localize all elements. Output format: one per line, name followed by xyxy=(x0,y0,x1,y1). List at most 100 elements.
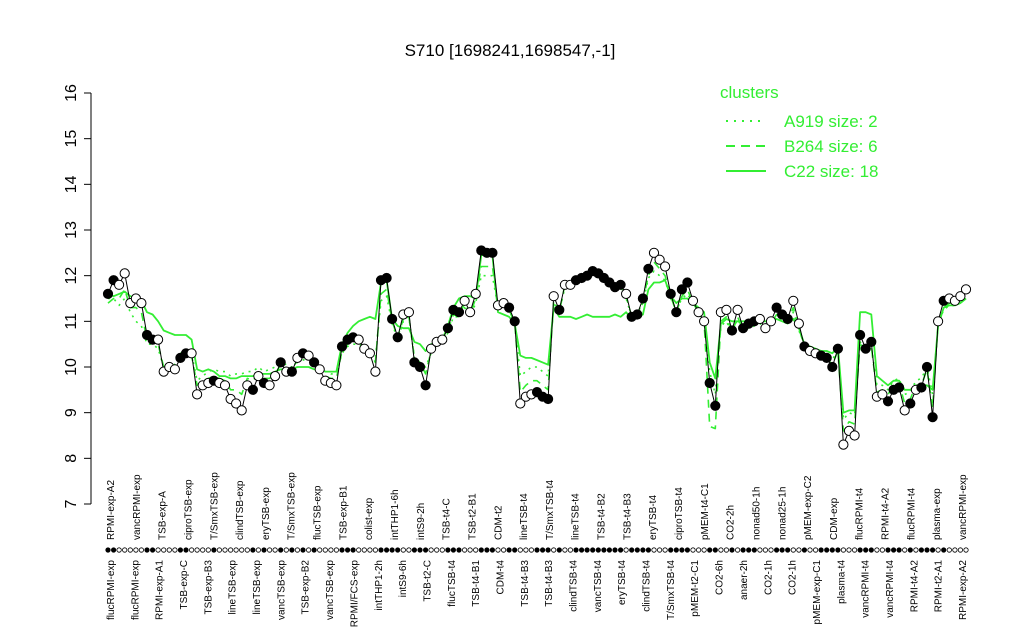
data-point xyxy=(364,348,375,359)
rug-marker xyxy=(807,547,813,553)
x-tick-label-bottom: clindTSB-t4 xyxy=(569,560,580,612)
rug-marker xyxy=(411,547,417,553)
rug-marker xyxy=(863,547,869,553)
data-point xyxy=(381,272,392,284)
x-tick-label-bottom: CO2-1h xyxy=(763,560,774,595)
rug-marker xyxy=(328,547,334,553)
rug-marker xyxy=(556,547,562,553)
x-tick-label-top: eryTSB-exp xyxy=(261,487,272,540)
rug-marker xyxy=(216,547,222,553)
data-point xyxy=(699,316,710,327)
legend-label-a919: A919 size: 2 xyxy=(784,112,878,131)
x-tick-label-top: lineTSB-t4 xyxy=(519,493,530,540)
data-point xyxy=(726,325,738,336)
x-tick-label-top: T/SmxTSB-t4 xyxy=(545,480,556,540)
rug-marker xyxy=(668,547,674,553)
rug-marker xyxy=(500,547,507,553)
rug-marker xyxy=(361,547,367,553)
rug-marker xyxy=(902,547,908,553)
x-tick-label-top: flucRPMI-t4 xyxy=(855,487,866,540)
rug-marker xyxy=(846,547,852,553)
y-tick-label: 13 xyxy=(63,221,80,239)
rug-marker xyxy=(762,547,769,553)
data-point xyxy=(153,334,164,345)
rug-marker xyxy=(250,547,256,553)
data-point xyxy=(275,357,286,368)
rug-marker xyxy=(634,547,640,553)
data-point xyxy=(270,371,281,382)
x-tick-label-top: eryTSB-t4 xyxy=(648,495,659,540)
x-tick-label-top: flucTSB-exp xyxy=(313,485,324,540)
data-point xyxy=(102,288,114,299)
data-point xyxy=(693,307,704,318)
data-point xyxy=(465,307,476,318)
data-point xyxy=(392,332,403,343)
data-point xyxy=(905,398,916,409)
rug-marker xyxy=(551,547,557,553)
y-tick-label: 14 xyxy=(63,175,80,193)
data-point xyxy=(353,334,364,345)
rug-marker xyxy=(467,547,473,553)
rug-marker xyxy=(450,547,456,553)
rug-marker xyxy=(506,547,512,553)
x-tick-label-bottom: anaer-2h xyxy=(739,560,750,600)
rug-marker xyxy=(489,547,495,553)
data-point xyxy=(916,382,927,393)
rug-marker xyxy=(528,547,535,553)
rug-marker xyxy=(617,547,624,553)
x-tick-label-top: TSB-t4-B2 xyxy=(597,493,608,540)
data-point xyxy=(855,329,866,341)
rug-marker xyxy=(495,547,501,553)
rug-marker xyxy=(712,547,718,553)
rug-marker xyxy=(127,547,133,553)
data-point xyxy=(543,393,554,405)
x-tick-label-top: TSB-t4-B3 xyxy=(622,493,633,540)
points-layer xyxy=(102,245,972,450)
x-tick-labels-bottom: flucRPMI-exp flucRPMI-exp RPMI-exp-A1 TSB-e… xyxy=(106,560,969,628)
rug-marker xyxy=(729,547,735,553)
data-point xyxy=(442,323,453,334)
rug-marker xyxy=(957,547,964,553)
data-point xyxy=(286,366,297,377)
legend-title: clusters xyxy=(720,83,779,102)
data-point xyxy=(933,316,944,327)
data-point xyxy=(169,364,180,375)
y-tick-label: 11 xyxy=(63,313,80,330)
rug-marker xyxy=(205,547,211,553)
rug-marker xyxy=(434,547,440,553)
x-tick-label-top: TSB-exp-A xyxy=(158,491,169,540)
rug-marker xyxy=(289,547,295,553)
rug-marker xyxy=(740,547,746,553)
rug-layer xyxy=(105,547,969,553)
rug-marker xyxy=(924,547,930,553)
x-tick-label-top: flucRPMI-t4 xyxy=(906,487,917,540)
data-point xyxy=(721,304,732,315)
data-point xyxy=(866,336,877,347)
rug-marker xyxy=(322,547,328,553)
rug-marker xyxy=(177,547,183,553)
rug-marker xyxy=(840,547,847,553)
rug-marker xyxy=(801,547,808,553)
x-tick-label-bottom: RPMI-exp-A1 xyxy=(155,560,166,620)
data-point xyxy=(632,309,643,320)
x-tick-label-bottom: TSB-exp-B2 xyxy=(301,560,312,615)
data-point xyxy=(849,430,860,441)
data-point xyxy=(838,439,849,450)
rug-marker xyxy=(133,547,139,553)
x-tick-label-bottom: RPMI-t4-A2 xyxy=(909,560,920,613)
rug-marker xyxy=(194,547,200,553)
rug-marker xyxy=(695,547,702,553)
data-point xyxy=(665,288,676,299)
data-point xyxy=(331,380,342,391)
x-tick-label-bottom: CO2-6h xyxy=(715,560,726,595)
x-tick-label-bottom: TSB-t4-B3 xyxy=(544,560,555,607)
rug-marker xyxy=(578,547,585,553)
x-tick-label-bottom: RPMI-exp-A2 xyxy=(958,560,969,620)
x-tick-label-bottom: RPMI-t2-A1 xyxy=(934,560,945,613)
x-tick-label-bottom: plasma-t4 xyxy=(836,560,847,604)
data-point xyxy=(264,380,275,391)
rug-marker xyxy=(929,547,936,553)
data-point xyxy=(459,295,470,306)
rug-marker xyxy=(305,547,312,553)
rug-marker xyxy=(779,547,785,553)
